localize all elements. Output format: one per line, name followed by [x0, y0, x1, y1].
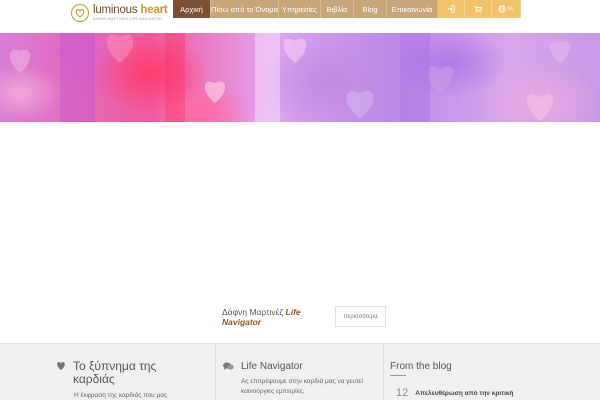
nav-item-books[interactable]: Βιβλία — [321, 0, 354, 18]
nav-item-blog[interactable]: Blog — [354, 0, 387, 18]
heart-icon — [57, 362, 65, 370]
hero-banner — [0, 33, 600, 122]
language-label: EL — [507, 6, 515, 12]
main-nav: Αρχική Πίσω από το Όνομα Υπηρεσίες Βιβλί… — [173, 0, 521, 18]
site-logo[interactable]: luminous heart ΔΑΦΝΗ ΜΑΡΤΙΝΕΖ LIFE NAVIG… — [70, 2, 168, 24]
post-title-link[interactable]: Απελευθέρωση από την κριτική — [415, 390, 513, 397]
globe-icon — [498, 5, 506, 13]
chat-bubbles-icon — [223, 362, 234, 370]
cart-button[interactable] — [465, 0, 492, 18]
footer-col-blog: From the blog 12 Απελευθέρωση από την κρ… — [383, 344, 600, 400]
post-day: 12 — [396, 387, 409, 399]
footer-col1-text: Η έκφραση της καρδιάς που μας — [74, 392, 168, 399]
logo-name: luminous heart — [93, 4, 168, 16]
footer-col2-text: Ας επιτρέψουμε στην καρδιά μας να γευτεί… — [241, 378, 363, 395]
language-switcher[interactable]: EL — [492, 0, 521, 18]
nav-item-home[interactable]: Αρχική — [173, 0, 211, 18]
nav-item-services[interactable]: Υπηρεσίες — [279, 0, 321, 18]
heart-logo-icon — [71, 4, 89, 22]
nav-item-contact[interactable]: Επικοινωνία — [387, 0, 438, 18]
hearts-painting-image — [9, 33, 571, 122]
nav-item-behind-the-name[interactable]: Πίσω από το Όνομα — [211, 0, 279, 18]
footer-col3-title: From the blog — [390, 361, 452, 372]
site-header: luminous heart ΔΑΦΝΗ ΜΑΡΤΙΝΕΖ LIFE NAVIG… — [0, 0, 600, 33]
title-underline — [390, 375, 406, 376]
logo-subtitle: ΔΑΦΝΗ ΜΑΡΤΙΝΕΖ LIFE NAVIGATOR — [93, 16, 163, 21]
sign-in-icon — [447, 5, 455, 13]
more-button[interactable]: περισσότερα — [335, 306, 386, 327]
footer-col-life-navigator: Life Navigator Ας επιτρέψουμε στην καρδι… — [215, 344, 375, 400]
tagline: Δάφνη Μαρτινέζ Life Navigator — [222, 307, 301, 327]
footer: Το ξύπνημα της καρδιάς Η έκφραση της καρ… — [0, 343, 600, 400]
blog-post-item[interactable]: 12 Απελευθέρωση από την κριτική — [396, 387, 513, 399]
cart-icon — [474, 5, 482, 13]
footer-col1-title: Το ξύπνημα της καρδιάς — [73, 359, 157, 386]
footer-col-awakening: Το ξύπνημα της καρδιάς Η έκφραση της καρ… — [56, 344, 206, 400]
footer-col2-title: Life Navigator — [241, 361, 303, 372]
login-button[interactable] — [438, 0, 465, 18]
